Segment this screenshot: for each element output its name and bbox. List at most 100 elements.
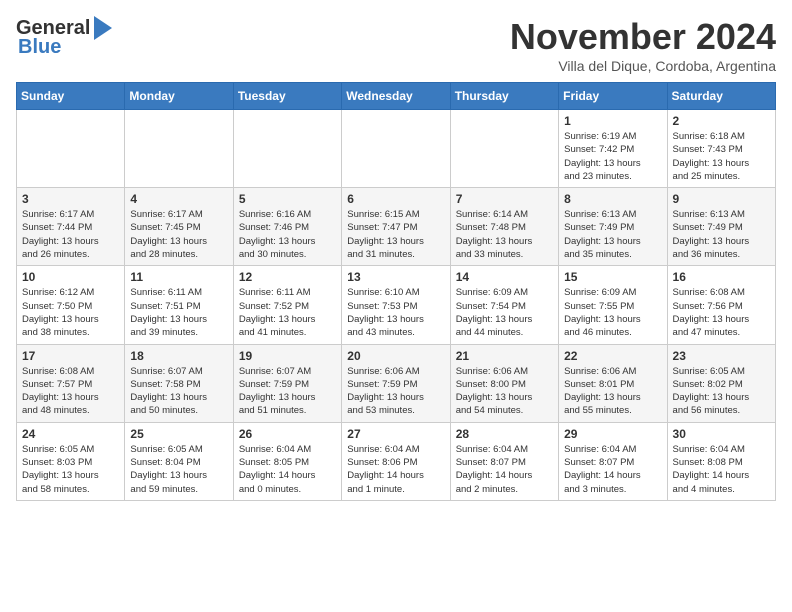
day-number: 2 — [673, 114, 770, 128]
calendar-cell — [125, 110, 233, 188]
day-number: 11 — [130, 270, 227, 284]
calendar-cell: 8 Sunrise: 6:13 AM Sunset: 7:49 PM Daylig… — [559, 188, 667, 266]
calendar-week-2: 3 Sunrise: 6:17 AM Sunset: 7:44 PM Daylig… — [17, 188, 776, 266]
calendar-cell: 2 Sunrise: 6:18 AM Sunset: 7:43 PM Daylig… — [667, 110, 775, 188]
day-info: Sunrise: 6:17 AM Sunset: 7:45 PM Dayligh… — [130, 208, 227, 261]
day-number: 21 — [456, 349, 553, 363]
day-number: 24 — [22, 427, 119, 441]
calendar-cell: 30 Sunrise: 6:04 AM Sunset: 8:08 PM Dayli… — [667, 422, 775, 500]
day-info: Sunrise: 6:11 AM Sunset: 7:51 PM Dayligh… — [130, 286, 227, 339]
calendar-week-1: 1Sunrise: 6:19 AM Sunset: 7:42 PM Daylig… — [17, 110, 776, 188]
calendar-week-5: 24 Sunrise: 6:05 AM Sunset: 8:03 PM Dayli… — [17, 422, 776, 500]
day-info: Sunrise: 6:12 AM Sunset: 7:50 PM Dayligh… — [22, 286, 119, 339]
day-header-saturday: Saturday — [667, 83, 775, 110]
day-number: 26 — [239, 427, 336, 441]
page-header: General Blue November 2024 Villa del Diq… — [16, 16, 776, 74]
day-info: Sunrise: 6:04 AM Sunset: 8:06 PM Dayligh… — [347, 443, 444, 496]
day-info: Sunrise: 6:05 AM Sunset: 8:03 PM Dayligh… — [22, 443, 119, 496]
day-number: 29 — [564, 427, 661, 441]
day-number: 22 — [564, 349, 661, 363]
day-info: Sunrise: 6:04 AM Sunset: 8:08 PM Dayligh… — [673, 443, 770, 496]
day-number: 15 — [564, 270, 661, 284]
day-info: Sunrise: 6:08 AM Sunset: 7:57 PM Dayligh… — [22, 365, 119, 418]
day-info: Sunrise: 6:13 AM Sunset: 7:49 PM Dayligh… — [564, 208, 661, 261]
day-info: Sunrise: 6:06 AM Sunset: 7:59 PM Dayligh… — [347, 365, 444, 418]
calendar-table: SundayMondayTuesdayWednesdayThursdayFrid… — [16, 82, 776, 501]
day-info: Sunrise: 6:07 AM Sunset: 7:59 PM Dayligh… — [239, 365, 336, 418]
calendar-cell: 22 Sunrise: 6:06 AM Sunset: 8:01 PM Dayli… — [559, 344, 667, 422]
day-number: 13 — [347, 270, 444, 284]
title-section: November 2024 Villa del Dique, Cordoba, … — [510, 16, 776, 74]
day-header-sunday: Sunday — [17, 83, 125, 110]
calendar-week-3: 10Sunrise: 6:12 AM Sunset: 7:50 PM Dayli… — [17, 266, 776, 344]
day-info: Sunrise: 6:13 AM Sunset: 7:49 PM Dayligh… — [673, 208, 770, 261]
day-number: 28 — [456, 427, 553, 441]
calendar-cell: 17 Sunrise: 6:08 AM Sunset: 7:57 PM Dayli… — [17, 344, 125, 422]
day-info: Sunrise: 6:09 AM Sunset: 7:54 PM Dayligh… — [456, 286, 553, 339]
day-info: Sunrise: 6:06 AM Sunset: 8:00 PM Dayligh… — [456, 365, 553, 418]
day-header-wednesday: Wednesday — [342, 83, 450, 110]
calendar-cell: 4 Sunrise: 6:17 AM Sunset: 7:45 PM Daylig… — [125, 188, 233, 266]
calendar-cell: 27 Sunrise: 6:04 AM Sunset: 8:06 PM Dayli… — [342, 422, 450, 500]
calendar-cell: 24 Sunrise: 6:05 AM Sunset: 8:03 PM Dayli… — [17, 422, 125, 500]
day-number: 5 — [239, 192, 336, 206]
logo: General Blue — [16, 16, 112, 59]
day-info: Sunrise: 6:15 AM Sunset: 7:47 PM Dayligh… — [347, 208, 444, 261]
day-number: 14 — [456, 270, 553, 284]
logo-arrow-icon — [94, 16, 112, 40]
calendar-cell: 9 Sunrise: 6:13 AM Sunset: 7:49 PM Daylig… — [667, 188, 775, 266]
calendar-cell: 23Sunrise: 6:05 AM Sunset: 8:02 PM Dayli… — [667, 344, 775, 422]
calendar-cell: 10Sunrise: 6:12 AM Sunset: 7:50 PM Dayli… — [17, 266, 125, 344]
calendar-cell: 21 Sunrise: 6:06 AM Sunset: 8:00 PM Dayli… — [450, 344, 558, 422]
day-header-tuesday: Tuesday — [233, 83, 341, 110]
day-number: 6 — [347, 192, 444, 206]
calendar-cell: 5 Sunrise: 6:16 AM Sunset: 7:46 PM Daylig… — [233, 188, 341, 266]
day-info: Sunrise: 6:05 AM Sunset: 8:04 PM Dayligh… — [130, 443, 227, 496]
day-number: 17 — [22, 349, 119, 363]
calendar-cell: 13 Sunrise: 6:10 AM Sunset: 7:53 PM Dayli… — [342, 266, 450, 344]
day-info: Sunrise: 6:05 AM Sunset: 8:02 PM Dayligh… — [673, 365, 770, 418]
calendar-week-4: 17 Sunrise: 6:08 AM Sunset: 7:57 PM Dayli… — [17, 344, 776, 422]
calendar-cell: 12Sunrise: 6:11 AM Sunset: 7:52 PM Dayli… — [233, 266, 341, 344]
calendar-cell: 11 Sunrise: 6:11 AM Sunset: 7:51 PM Dayli… — [125, 266, 233, 344]
day-number: 3 — [22, 192, 119, 206]
calendar-cell: 16Sunrise: 6:08 AM Sunset: 7:56 PM Dayli… — [667, 266, 775, 344]
day-info: Sunrise: 6:04 AM Sunset: 8:07 PM Dayligh… — [456, 443, 553, 496]
day-number: 27 — [347, 427, 444, 441]
day-info: Sunrise: 6:06 AM Sunset: 8:01 PM Dayligh… — [564, 365, 661, 418]
calendar-cell: 3 Sunrise: 6:17 AM Sunset: 7:44 PM Daylig… — [17, 188, 125, 266]
calendar-cell: 26 Sunrise: 6:04 AM Sunset: 8:05 PM Dayli… — [233, 422, 341, 500]
month-title: November 2024 — [510, 16, 776, 58]
day-number: 1 — [564, 114, 661, 128]
calendar-cell: 29 Sunrise: 6:04 AM Sunset: 8:07 PM Dayli… — [559, 422, 667, 500]
day-info: Sunrise: 6:04 AM Sunset: 8:07 PM Dayligh… — [564, 443, 661, 496]
day-number: 20 — [347, 349, 444, 363]
day-info: Sunrise: 6:18 AM Sunset: 7:43 PM Dayligh… — [673, 130, 770, 183]
day-info: Sunrise: 6:17 AM Sunset: 7:44 PM Dayligh… — [22, 208, 119, 261]
location-subtitle: Villa del Dique, Cordoba, Argentina — [510, 58, 776, 74]
day-number: 16 — [673, 270, 770, 284]
day-number: 30 — [673, 427, 770, 441]
day-info: Sunrise: 6:16 AM Sunset: 7:46 PM Dayligh… — [239, 208, 336, 261]
day-info: Sunrise: 6:07 AM Sunset: 7:58 PM Dayligh… — [130, 365, 227, 418]
day-number: 4 — [130, 192, 227, 206]
calendar-cell: 1Sunrise: 6:19 AM Sunset: 7:42 PM Daylig… — [559, 110, 667, 188]
day-info: Sunrise: 6:10 AM Sunset: 7:53 PM Dayligh… — [347, 286, 444, 339]
day-info: Sunrise: 6:04 AM Sunset: 8:05 PM Dayligh… — [239, 443, 336, 496]
day-number: 8 — [564, 192, 661, 206]
calendar-header-row: SundayMondayTuesdayWednesdayThursdayFrid… — [17, 83, 776, 110]
day-header-monday: Monday — [125, 83, 233, 110]
day-number: 18 — [130, 349, 227, 363]
day-info: Sunrise: 6:09 AM Sunset: 7:55 PM Dayligh… — [564, 286, 661, 339]
day-number: 9 — [673, 192, 770, 206]
logo-blue: Blue — [18, 36, 61, 59]
calendar-cell: 15 Sunrise: 6:09 AM Sunset: 7:55 PM Dayli… — [559, 266, 667, 344]
day-header-friday: Friday — [559, 83, 667, 110]
calendar-cell: 18 Sunrise: 6:07 AM Sunset: 7:58 PM Dayli… — [125, 344, 233, 422]
calendar-cell — [17, 110, 125, 188]
calendar-cell — [450, 110, 558, 188]
calendar-cell: 25Sunrise: 6:05 AM Sunset: 8:04 PM Dayli… — [125, 422, 233, 500]
day-number: 19 — [239, 349, 336, 363]
day-number: 7 — [456, 192, 553, 206]
calendar-cell: 14 Sunrise: 6:09 AM Sunset: 7:54 PM Dayli… — [450, 266, 558, 344]
